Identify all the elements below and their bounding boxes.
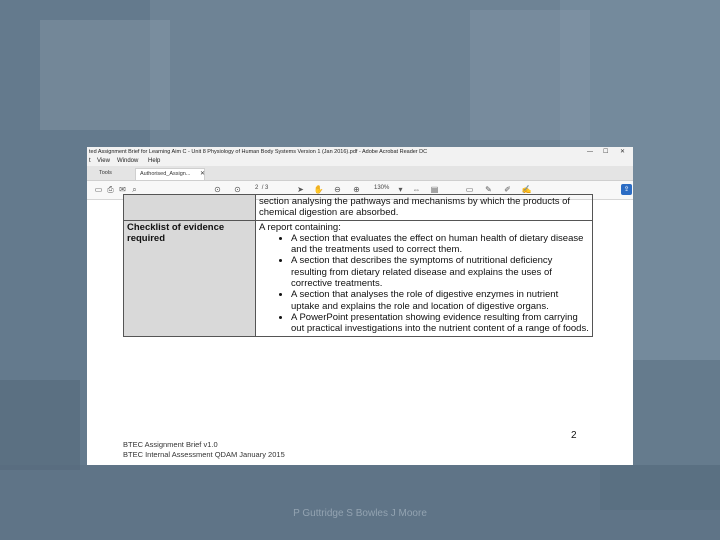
print-icon[interactable]: ⎙ — [105, 184, 116, 195]
table-row: Checklist of evidence required A report … — [123, 219, 593, 337]
close-icon[interactable]: ✕ — [620, 147, 625, 157]
menu-item-window[interactable]: Window — [117, 157, 138, 166]
document-page: section analysing the pathways and mecha… — [87, 194, 633, 465]
checklist-heading: Checklist of evidence required — [123, 219, 256, 337]
document-footer: BTEC Assignment Brief v1.0 BTEC Internal… — [123, 440, 285, 459]
menu-item-help[interactable]: Help — [148, 157, 160, 166]
menu-item-edit[interactable]: t — [89, 157, 91, 166]
page-indicator[interactable]: 2 / 3 — [255, 185, 268, 191]
tab-document-label: Authorised_Assign... — [140, 171, 191, 177]
page-total: / 3 — [261, 185, 269, 191]
tab-document[interactable]: Authorised_Assign... — [135, 168, 205, 180]
acrobat-window: ted Assignment Brief for Learning Aim C … — [87, 147, 633, 465]
list-item: A section that evaluates the effect on h… — [291, 233, 589, 256]
zoom-level[interactable]: 130% — [374, 185, 389, 191]
table-row: section analysing the pathways and mecha… — [123, 194, 593, 221]
minimize-icon[interactable]: — — [587, 147, 593, 157]
footer-line-1: BTEC Assignment Brief v1.0 — [123, 440, 218, 449]
title-bar: ted Assignment Brief for Learning Aim C … — [87, 147, 633, 157]
menu-bar: t View Window Help — [87, 157, 633, 166]
top-row-content-cell: section analysing the pathways and mecha… — [255, 194, 593, 221]
menu-item-view[interactable]: View — [97, 157, 110, 166]
assignment-table: section analysing the pathways and mecha… — [123, 194, 593, 337]
list-item: A section that describes the symptoms of… — [291, 255, 589, 289]
top-row-text: section analysing the pathways and mecha… — [259, 196, 571, 219]
report-intro: A report containing: — [259, 221, 341, 233]
list-item: A section that analyses the role of dige… — [291, 289, 589, 312]
maximize-icon[interactable]: ☐ — [603, 147, 608, 157]
evidence-list: A section that evaluates the effect on h… — [259, 233, 589, 335]
tab-close-icon[interactable]: ✕ — [200, 170, 205, 177]
top-row-heading-cell — [123, 194, 256, 221]
window-title: ted Assignment Brief for Learning Aim C … — [89, 149, 428, 155]
footer-line-2: BTEC Internal Assessment QDAM January 20… — [123, 449, 285, 459]
save-icon[interactable]: ▭ — [93, 184, 104, 195]
slide-caption: P Guttridge S Bowles J Moore — [293, 508, 427, 519]
share-icon[interactable]: ⇪ — [621, 184, 632, 195]
page-number: 2 — [571, 430, 577, 441]
list-item: A PowerPoint presentation showing eviden… — [291, 312, 589, 335]
tab-bar: Tools Authorised_Assign... ✕ — [87, 166, 633, 181]
checklist-content-cell: A report containing: A section that eval… — [255, 219, 593, 337]
tab-tools[interactable]: Tools — [95, 168, 116, 179]
page-current: 2 — [255, 185, 259, 191]
